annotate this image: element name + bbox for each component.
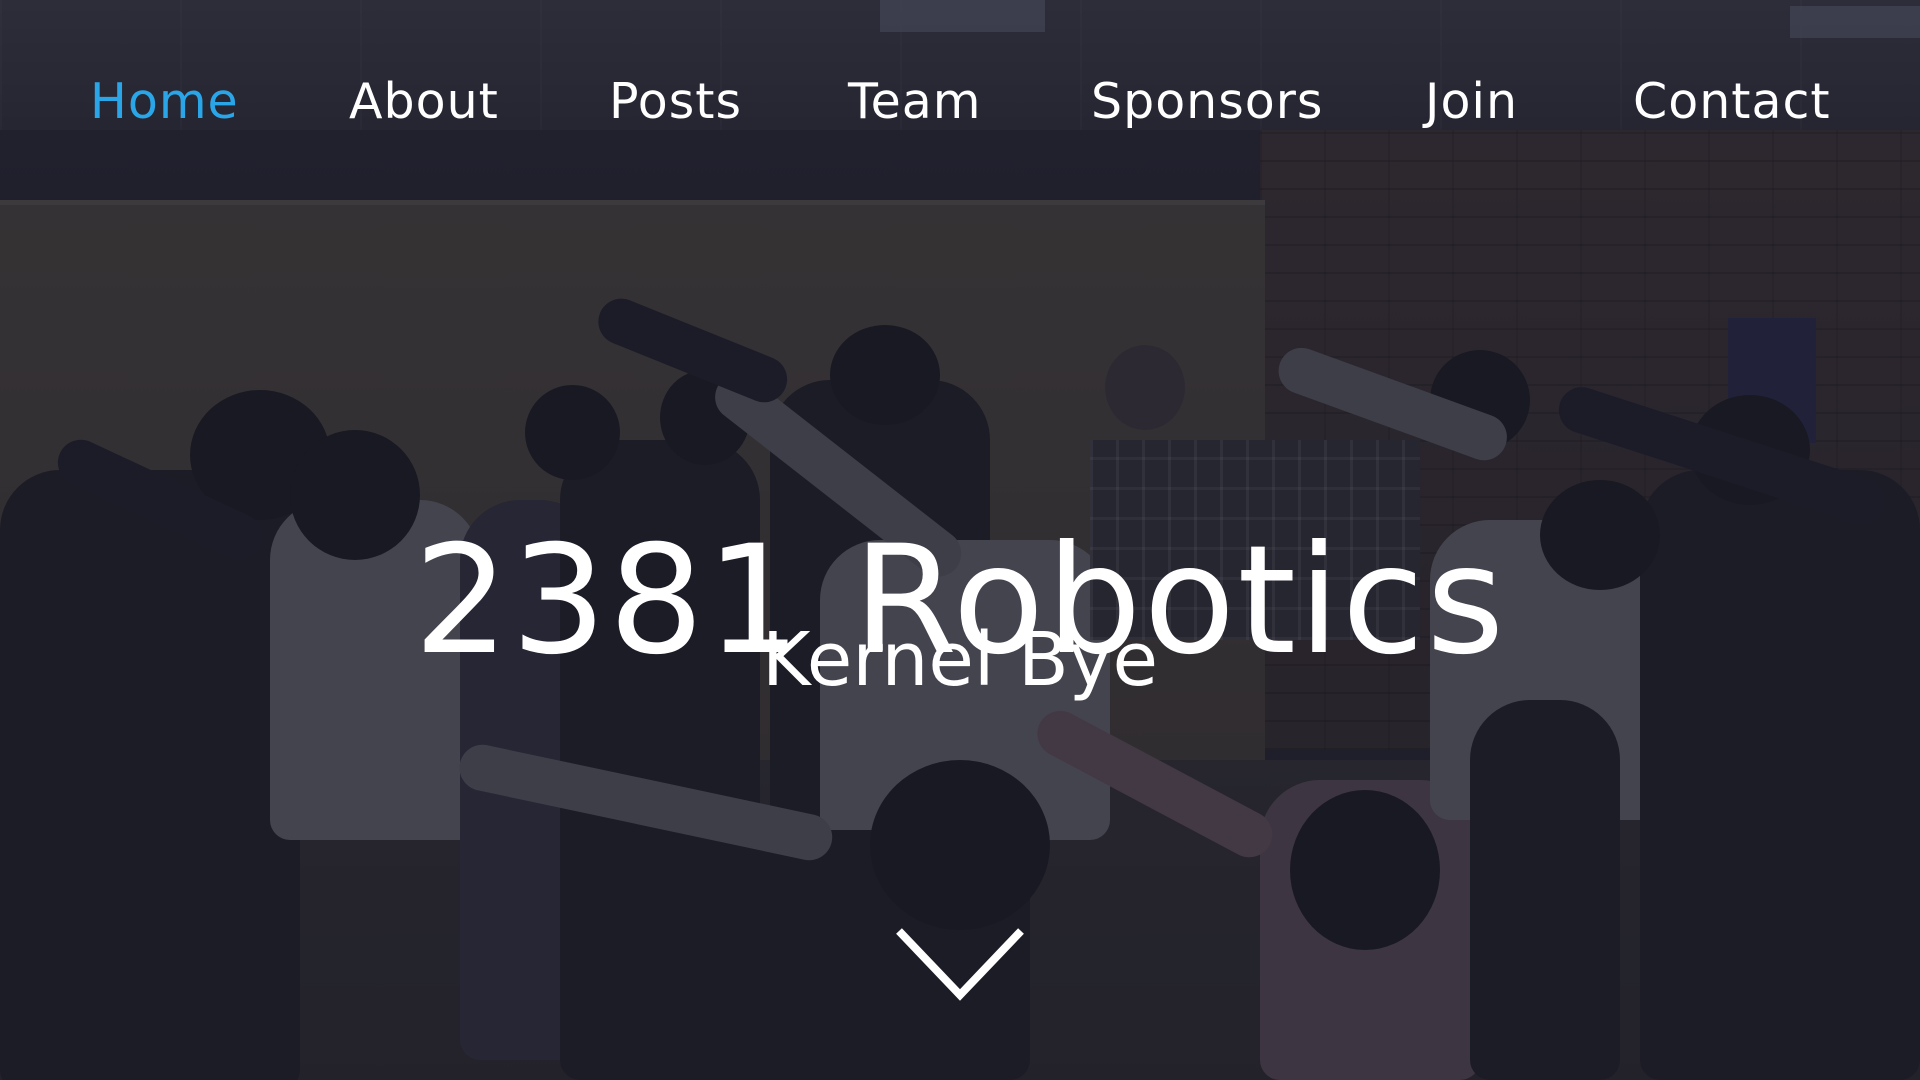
nav-item-about[interactable]: About <box>349 62 499 142</box>
hero-section: Home About Posts Team Sponsors Join Cont… <box>0 0 1920 1080</box>
main-nav: Home About Posts Team Sponsors Join Cont… <box>0 62 1920 142</box>
chevron-down-icon <box>896 928 1024 1001</box>
nav-item-home[interactable]: Home <box>90 62 239 142</box>
nav-item-posts[interactable]: Posts <box>609 62 742 142</box>
nav-item-team[interactable]: Team <box>848 62 982 142</box>
nav-item-contact[interactable]: Contact <box>1633 62 1831 142</box>
scroll-down-button[interactable] <box>895 925 1025 1005</box>
hero-subtitle: Kernel Bye <box>761 617 1159 703</box>
nav-item-sponsors[interactable]: Sponsors <box>1091 62 1323 142</box>
nav-item-join[interactable]: Join <box>1425 62 1518 142</box>
